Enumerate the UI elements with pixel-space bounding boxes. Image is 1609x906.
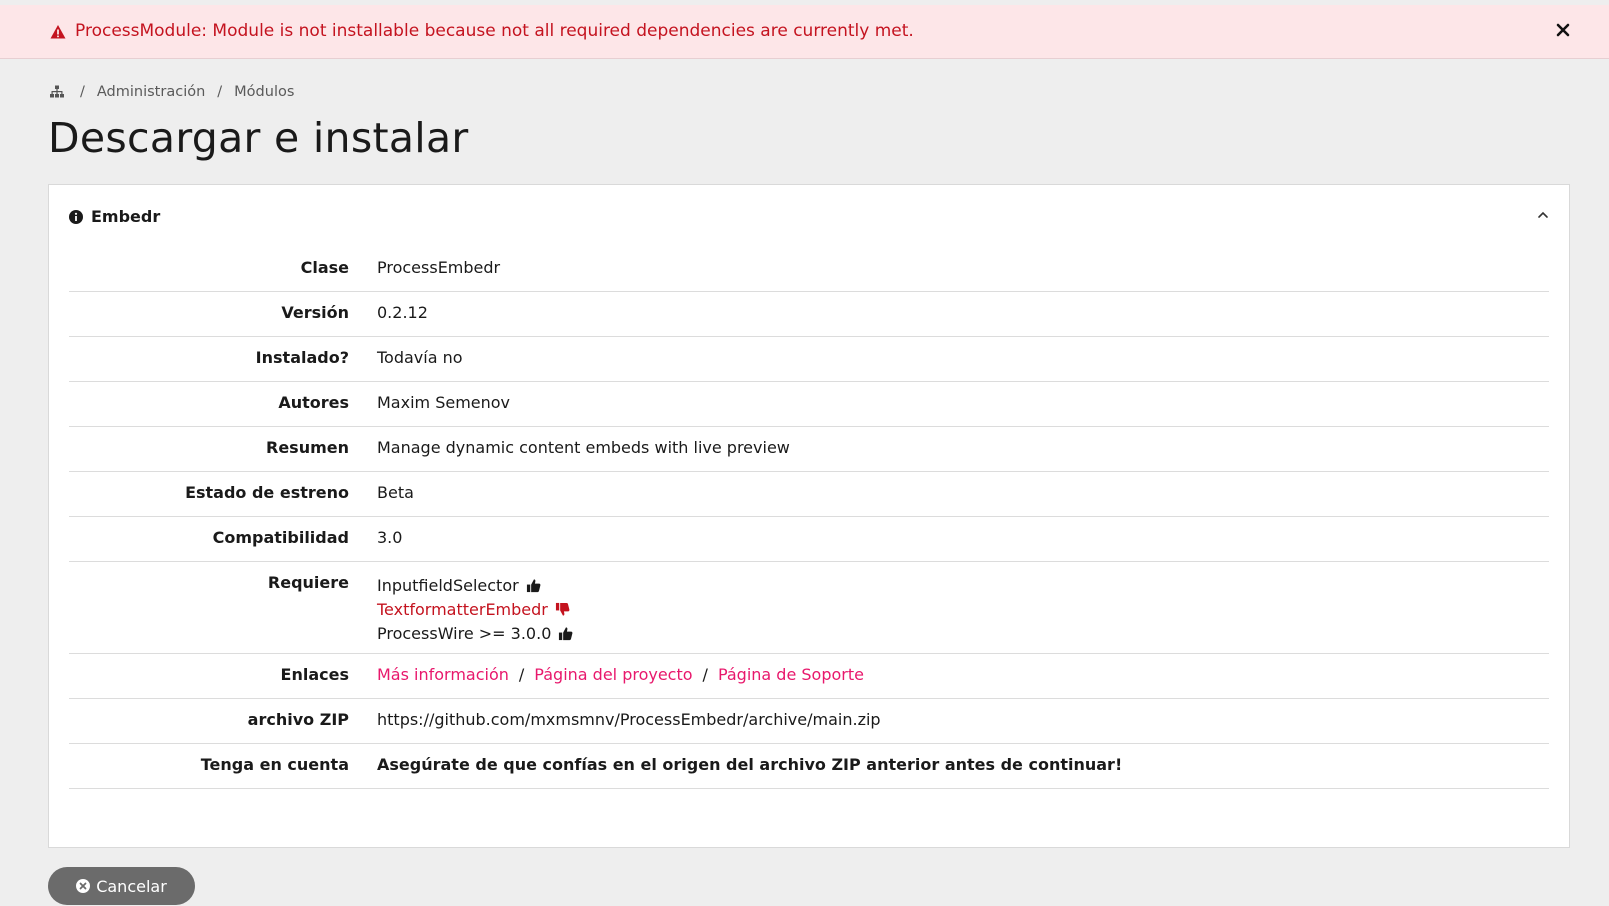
zip-url: https://github.com/mxmsmnv/ProcessEmbedr… — [377, 710, 881, 729]
row-compatibilidad: Compatibilidad 3.0 — [69, 517, 1549, 562]
row-label: Autores — [278, 393, 349, 412]
panel-header[interactable]: Embedr — [69, 207, 160, 226]
module-details-table: Clase ProcessEmbedr Versión 0.2.12 Insta… — [69, 247, 1549, 789]
row-value: 0.2.12 — [377, 303, 428, 322]
link-separator: / — [518, 665, 525, 684]
warning-icon — [50, 25, 66, 39]
warning-note: Asegúrate de que confías en el origen de… — [377, 755, 1123, 774]
error-alert: ProcessModule: Module is not installable… — [0, 5, 1609, 59]
row-label: Requiere — [267, 573, 349, 592]
row-label: Clase — [300, 258, 349, 277]
cancel-button[interactable]: Cancelar — [48, 867, 195, 905]
thumbs-up-icon — [559, 626, 573, 640]
chevron-up-icon[interactable] — [1535, 207, 1551, 223]
row-label: Resumen — [266, 438, 349, 457]
row-tenga-en-cuenta: Tenga en cuenta Asegúrate de que confías… — [69, 744, 1549, 789]
panel-title: Embedr — [91, 207, 161, 226]
row-version: Versión 0.2.12 — [69, 292, 1549, 337]
row-value: Todavía no — [377, 348, 463, 367]
cancel-button-label: Cancelar — [96, 876, 167, 896]
requirement-name: ProcessWire >= 3.0.0 — [377, 623, 552, 643]
row-value: 3.0 — [377, 528, 403, 547]
row-value: ProcessEmbedr — [377, 258, 501, 277]
breadcrumb-separator: / — [80, 84, 85, 100]
row-enlaces: Enlaces Más información / Página del proye… — [69, 654, 1549, 699]
close-alert-button[interactable] — [1552, 19, 1574, 41]
requirement-item[interactable]: TextformatterEmbedr — [377, 597, 573, 621]
breadcrumb-modulos[interactable]: Módulos — [234, 84, 294, 100]
breadcrumb-administracion[interactable]: Administración — [97, 84, 205, 100]
row-label: Compatibilidad — [212, 528, 349, 547]
link-separator: / — [702, 665, 708, 684]
sitemap-icon[interactable] — [50, 85, 64, 99]
row-value: Beta — [377, 483, 414, 502]
row-estado: Estado de estreno Beta — [69, 472, 1549, 517]
module-info-panel: Embedr Clase ProcessEmbedr Versión 0.2.1… — [48, 184, 1570, 848]
alert-message: ProcessModule: Module is not installable… — [75, 21, 914, 41]
links-list: Más información / Página del proyecto / Pági… — [377, 665, 864, 684]
requirement-name: InputfieldSelector — [377, 575, 519, 595]
link-pagina-soporte[interactable]: Página de Soporte — [718, 665, 864, 684]
row-label: Instalado? — [255, 348, 349, 367]
row-clase: Clase ProcessEmbedr — [69, 247, 1549, 292]
info-icon — [69, 209, 83, 224]
breadcrumb-separator: / — [217, 84, 223, 100]
requirement-name[interactable]: TextformatterEmbedr — [377, 600, 548, 619]
row-label: Estado de estreno — [185, 483, 349, 502]
close-icon — [1556, 23, 1570, 37]
requirements-list: InputfieldSelector TextformatterEmbedr P… — [377, 573, 573, 645]
row-value: Maxim Semenov — [377, 393, 511, 412]
page-title: Descargar e instalar — [48, 114, 469, 162]
row-instalado: Instalado? Todavía no — [69, 337, 1549, 382]
requirement-item: InputfieldSelector — [377, 573, 573, 597]
requirement-item: ProcessWire >= 3.0.0 — [377, 621, 573, 645]
thumbs-up-icon — [526, 578, 541, 592]
row-label: Versión — [281, 303, 349, 322]
link-mas-informacion[interactable]: Más información — [377, 665, 509, 684]
row-autores: Autores Maxim Semenov — [69, 382, 1549, 427]
row-value: Manage dynamic content embeds with live … — [377, 438, 790, 457]
thumbs-down-icon — [555, 602, 570, 616]
row-archivo-zip: archivo ZIP https://github.com/mxmsmnv/P… — [69, 699, 1549, 744]
row-resumen: Resumen Manage dynamic content embeds wi… — [69, 427, 1549, 472]
circle-x-icon — [76, 879, 91, 893]
breadcrumb: / Administración / Módulos — [50, 84, 294, 100]
row-requiere: Requiere InputfieldSelector Textformatte… — [69, 562, 1549, 654]
row-label: archivo ZIP — [247, 710, 349, 729]
link-pagina-proyecto[interactable]: Página del proyecto — [534, 665, 692, 684]
row-label: Tenga en cuenta — [200, 755, 349, 774]
row-label: Enlaces — [280, 665, 349, 684]
